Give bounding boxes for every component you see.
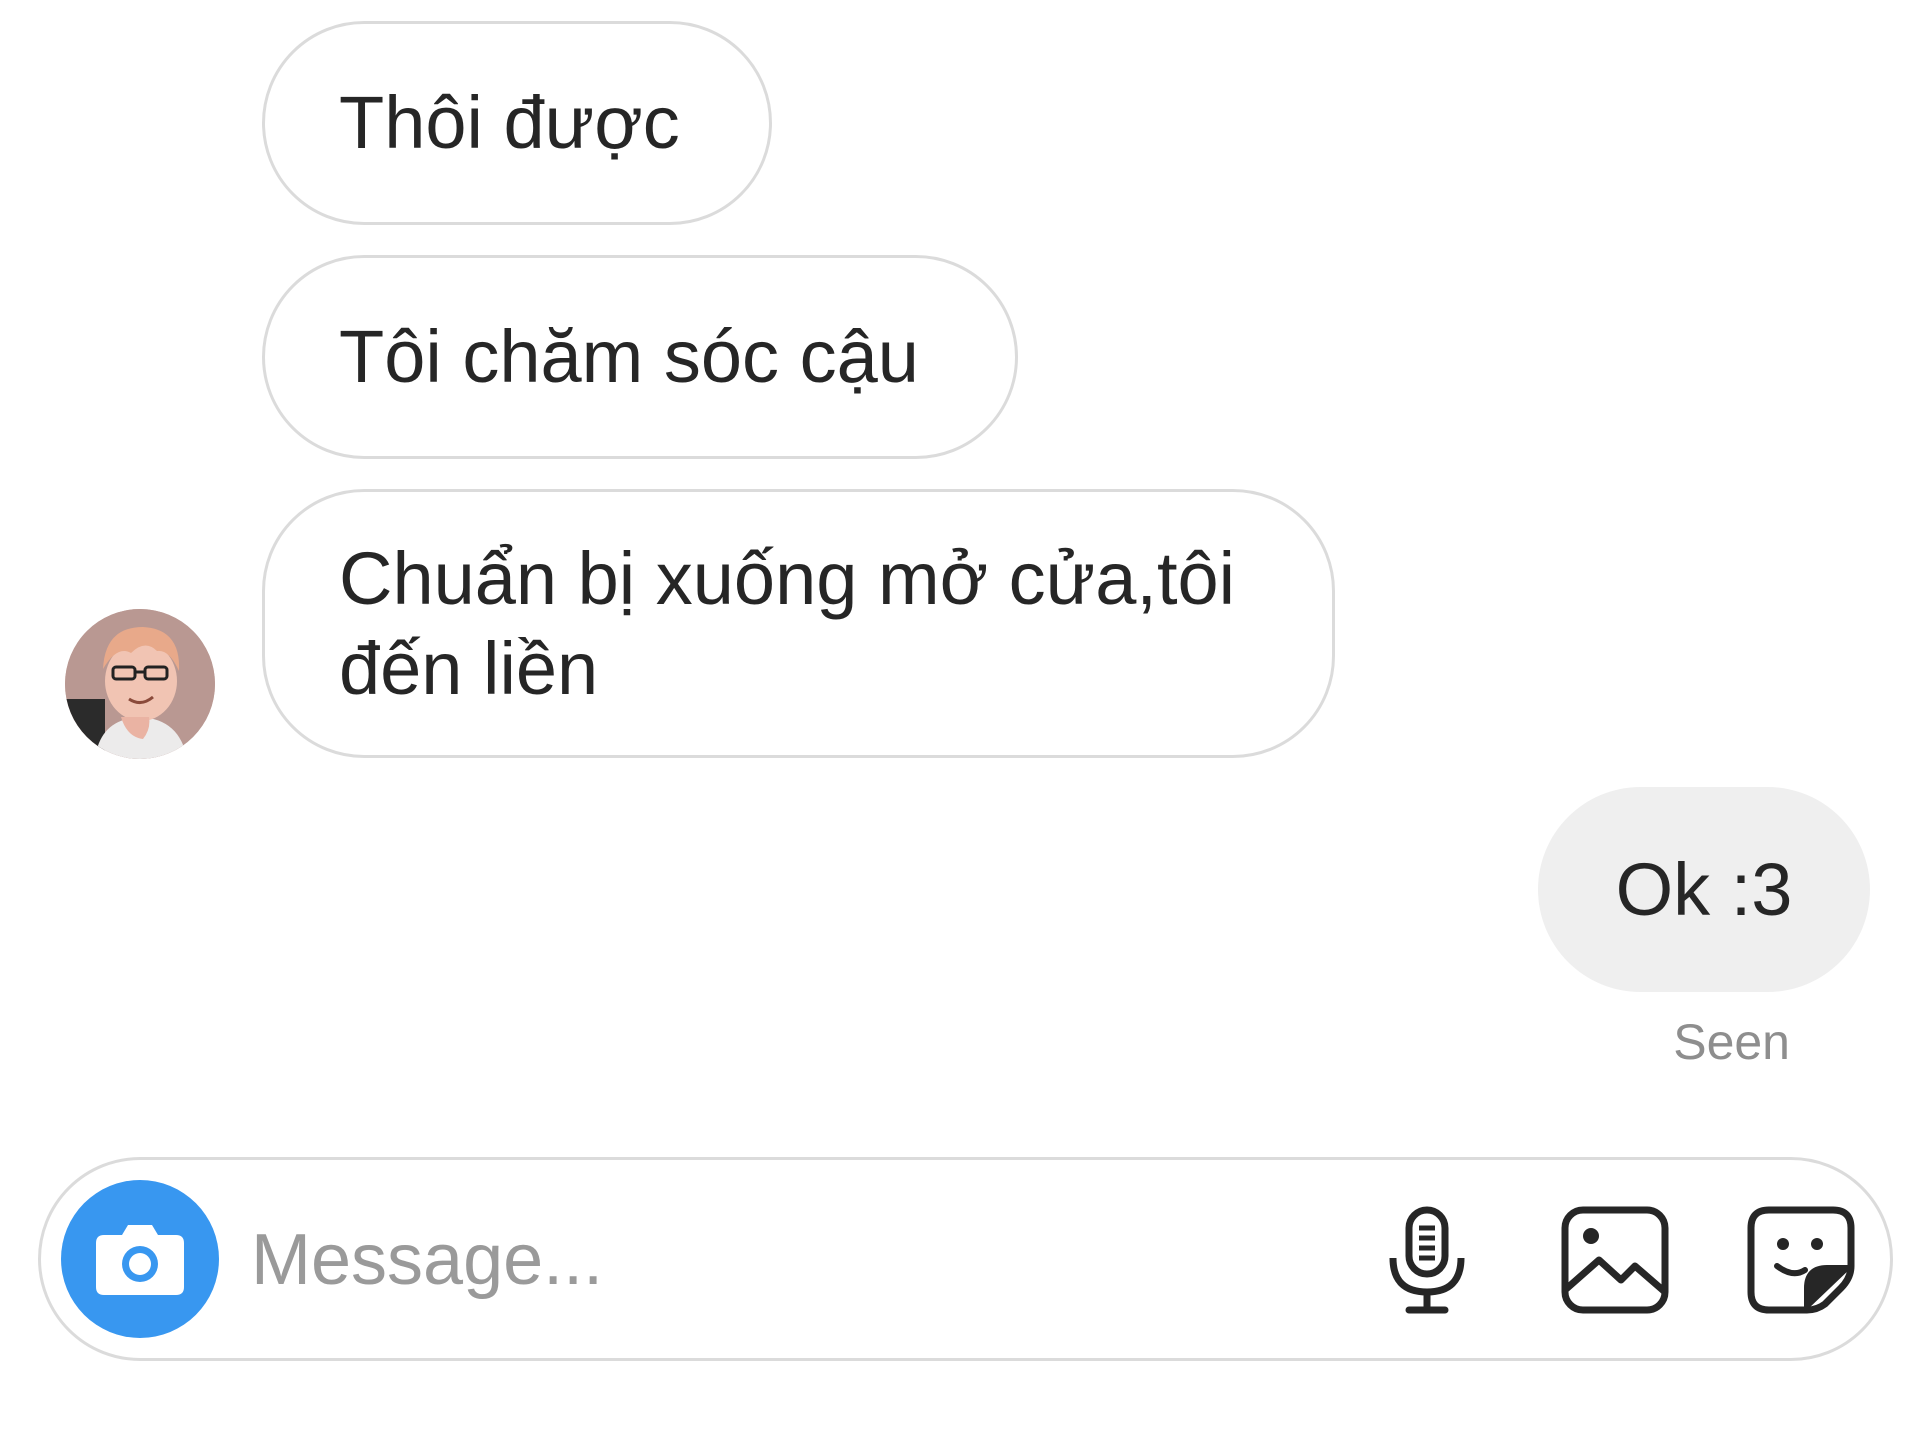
sticker-icon <box>1747 1206 1855 1314</box>
sticker-button[interactable] <box>1741 1200 1861 1320</box>
voice-message-button[interactable] <box>1367 1200 1487 1320</box>
message-text: Tôi chăm sóc cậu <box>339 315 919 398</box>
outgoing-message-bubble[interactable]: Ok :3 <box>1538 787 1870 992</box>
message-text-line: đến liền <box>339 626 599 710</box>
incoming-message-bubble[interactable]: Chuẩn bị xuống mở cửa,tôi đến liền <box>262 489 1335 758</box>
gallery-button[interactable] <box>1555 1200 1675 1320</box>
incoming-message-bubble[interactable]: Thôi được <box>262 21 772 225</box>
avatar-illustration <box>65 609 215 759</box>
message-text: Thôi được <box>339 81 680 164</box>
message-composer <box>38 1157 1893 1361</box>
seen-status: Seen <box>1673 1014 1790 1070</box>
message-text-line: Chuẩn bị xuống mở cửa,tôi <box>339 536 1236 620</box>
message-text-block: Chuẩn bị xuống mở cửa,tôi đến liền <box>339 534 1235 714</box>
sender-avatar[interactable] <box>65 609 215 759</box>
image-icon <box>1561 1206 1669 1314</box>
message-input[interactable] <box>251 1200 1331 1320</box>
camera-button[interactable] <box>61 1180 219 1338</box>
microphone-icon <box>1389 1206 1465 1314</box>
incoming-message-bubble[interactable]: Tôi chăm sóc cậu <box>262 255 1018 459</box>
camera-icon <box>96 1225 184 1295</box>
message-text: Ok :3 <box>1615 848 1793 931</box>
